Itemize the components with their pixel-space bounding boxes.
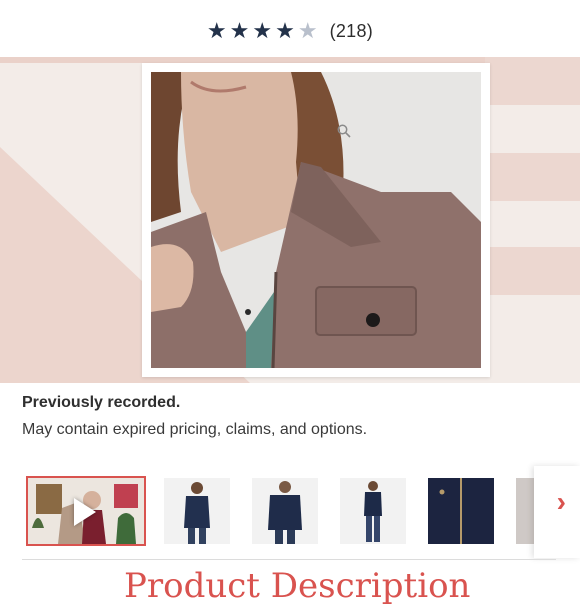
product-thumbnail[interactable] [164, 478, 230, 544]
product-image-frame[interactable] [142, 63, 490, 377]
product-thumbnail[interactable] [428, 478, 494, 544]
previously-recorded-title: Previously recorded. [22, 394, 181, 411]
star-icon: ★ [206, 18, 227, 43]
product-photo[interactable] [151, 72, 481, 368]
magnifier-icon[interactable] [337, 124, 351, 138]
video-thumbnail[interactable] [26, 476, 146, 546]
star-icon: ★ [229, 18, 250, 43]
thumbnail-image [428, 478, 494, 544]
carousel-next-area: › [534, 466, 580, 558]
star-icon: ★ [275, 18, 295, 43]
thumbnail-image [340, 478, 406, 544]
product-rating[interactable]: ★ ★ ★ ★ ★ (218) [0, 18, 580, 44]
chevron-right-icon[interactable]: › [557, 488, 566, 516]
background-stripe [485, 153, 580, 201]
previously-recorded-note: May contain expired pricing, claims, and… [22, 421, 368, 438]
star-icon: ★ [252, 18, 273, 43]
thumbnail-image [252, 478, 318, 544]
review-count[interactable]: (218) [330, 21, 374, 42]
product-description-heading[interactable]: Product Description [124, 566, 470, 606]
background-stripe [485, 247, 580, 295]
background-stripe [485, 57, 580, 105]
star-empty-icon: ★ [297, 18, 318, 43]
star-rating: ★ ★ ★ ★ ★ [207, 20, 318, 42]
section-divider [22, 559, 556, 560]
play-icon[interactable] [74, 498, 96, 526]
product-thumbnail[interactable] [340, 478, 406, 544]
thumbnail-carousel: › [0, 466, 580, 558]
model-in-jacket-image [151, 72, 481, 368]
thumbnail-image [164, 478, 230, 544]
product-image-gallery [0, 57, 580, 383]
product-thumbnail[interactable] [252, 478, 318, 544]
